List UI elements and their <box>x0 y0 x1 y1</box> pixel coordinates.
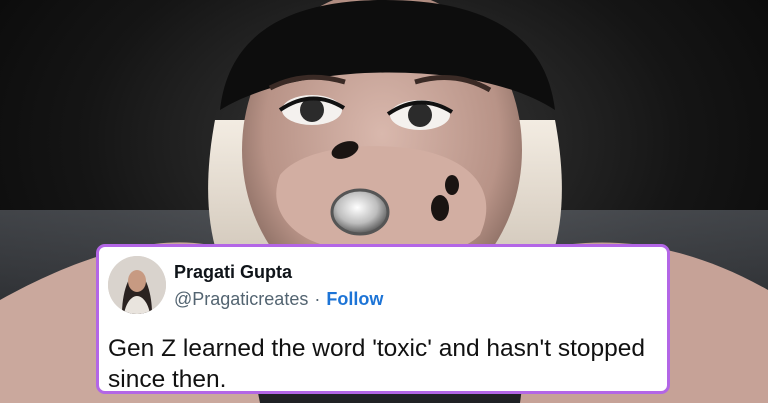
tweet-card: Pragati Gupta @Pragaticreates · Follow Gen… <box>96 244 670 394</box>
tweet-text: Gen Z learned the word 'toxic' and hasn'… <box>108 335 646 393</box>
author-avatar[interactable] <box>108 256 166 314</box>
author-name[interactable]: Pragati Gupta <box>174 262 292 283</box>
meta-separator: · <box>314 289 321 309</box>
follow-button[interactable]: Follow <box>326 289 383 309</box>
author-meta: @Pragaticreates · Follow <box>174 289 383 310</box>
profile-photo-icon <box>108 256 166 314</box>
author-handle[interactable]: @Pragaticreates <box>174 289 308 309</box>
meme-image: Pragati Gupta @Pragaticreates · Follow Gen… <box>0 0 768 403</box>
